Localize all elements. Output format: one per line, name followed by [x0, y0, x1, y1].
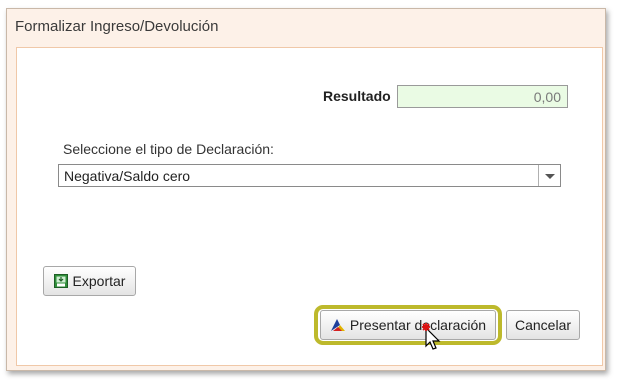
aeat-logo-icon — [330, 319, 345, 331]
tipo-declaracion-label: Seleccione el tipo de Declaración: — [63, 141, 274, 157]
resultado-field: 0,00 — [397, 85, 568, 108]
dialog-title: Formalizar Ingreso/Devolución — [15, 18, 219, 35]
tipo-declaracion-select[interactable]: Negativa/Saldo cero — [58, 164, 561, 187]
exportar-button[interactable]: Exportar — [43, 266, 136, 296]
cancelar-button[interactable]: Cancelar — [506, 310, 580, 340]
mouse-pointer-icon — [422, 323, 441, 350]
dialog-body: Resultado 0,00 Seleccione el tipo de Dec… — [16, 47, 603, 366]
chevron-down-icon[interactable] — [538, 165, 560, 186]
tipo-declaracion-value: Negativa/Saldo cero — [64, 168, 191, 184]
dialog-window: Formalizar Ingreso/Devolución Resultado … — [6, 8, 606, 371]
presentar-declaracion-button[interactable]: Presentar declaración — [320, 310, 496, 340]
resultado-label: Resultado — [323, 88, 391, 104]
presentar-label: Presentar declaración — [349, 317, 487, 333]
exportar-label: Exportar — [72, 273, 126, 289]
cancelar-label: Cancelar — [514, 317, 572, 333]
export-icon — [53, 274, 68, 288]
